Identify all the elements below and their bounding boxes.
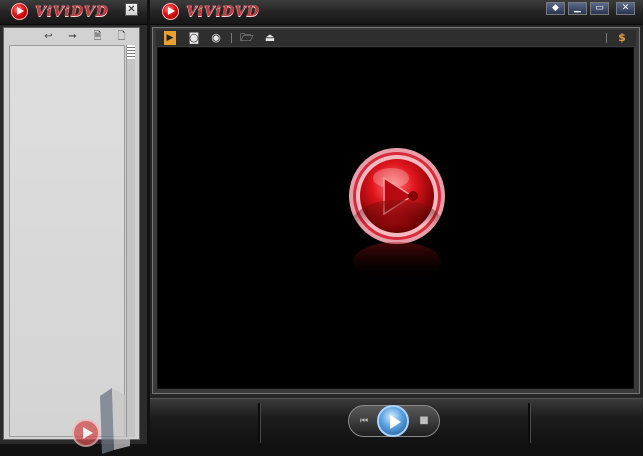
playlist-scrollbar[interactable] <box>126 45 135 437</box>
control-separator <box>528 403 531 443</box>
maximize-button[interactable]: ▭ <box>590 2 609 15</box>
eject-icon[interactable]: ⏏ <box>263 31 277 45</box>
player-toolbar: ▶ ◙ ◉ 🗁 ⏏ $ <box>156 30 636 46</box>
file-icon[interactable]: 🗋 <box>115 31 128 43</box>
video-area[interactable] <box>157 47 634 389</box>
app-logo-icon <box>11 3 28 20</box>
open-folder-icon[interactable]: 🗁 <box>239 31 255 45</box>
minimize-button[interactable]: ▁ <box>568 2 587 15</box>
play-file-icon[interactable]: ▶ <box>164 31 176 45</box>
big-play-icon[interactable] <box>346 144 448 294</box>
previous-button[interactable]: ⏮ <box>353 414 375 428</box>
playlist-titlebar[interactable]: ViViDVD ✕ <box>0 0 147 25</box>
toolbar-separator <box>606 33 607 43</box>
transport-controls: ⏮ ■ <box>348 405 440 437</box>
scrollbar-thumb[interactable] <box>127 45 135 59</box>
stop-button[interactable]: ■ <box>413 414 435 428</box>
toolbar-separator <box>231 33 232 43</box>
arrow-right-icon[interactable]: ➞ <box>66 31 79 43</box>
capture-icon[interactable]: ◙ <box>186 31 202 45</box>
player-titlebar[interactable]: ViViDVD ◆ ▁ ▭ ✕ <box>150 0 643 25</box>
player-brand-title: ViViDVD <box>186 4 260 20</box>
playlist-window: ViViDVD ✕ ↩ ➞ 🗎 🗋 <box>0 0 147 454</box>
playlist-list[interactable] <box>9 45 130 454</box>
player-frame: ▶ ◙ ◉ 🗁 ⏏ $ <box>152 27 640 394</box>
playlist-brand-title: ViViDVD <box>35 4 109 20</box>
close-button[interactable]: ✕ <box>616 2 635 15</box>
playlist-panel: ↩ ➞ 🗎 🗋 <box>3 27 140 454</box>
snapshot-icon[interactable]: ◉ <box>208 31 224 45</box>
playlist-close-button[interactable]: ✕ <box>125 3 138 16</box>
play-button[interactable] <box>377 405 409 437</box>
return-arrow-icon[interactable]: ↩ <box>42 31 55 43</box>
currency-icon[interactable]: $ <box>616 31 628 45</box>
player-window: ViViDVD ◆ ▁ ▭ ✕ ▶ ◙ ◉ 🗁 ⏏ $ ⏮ ■ <box>150 0 643 445</box>
app-logo-icon <box>162 3 179 20</box>
control-bar: ⏮ ■ <box>150 398 643 445</box>
add-file-icon[interactable]: 🗎 <box>91 31 104 43</box>
control-separator <box>258 403 261 443</box>
restore-icon[interactable]: ◆ <box>546 2 565 15</box>
